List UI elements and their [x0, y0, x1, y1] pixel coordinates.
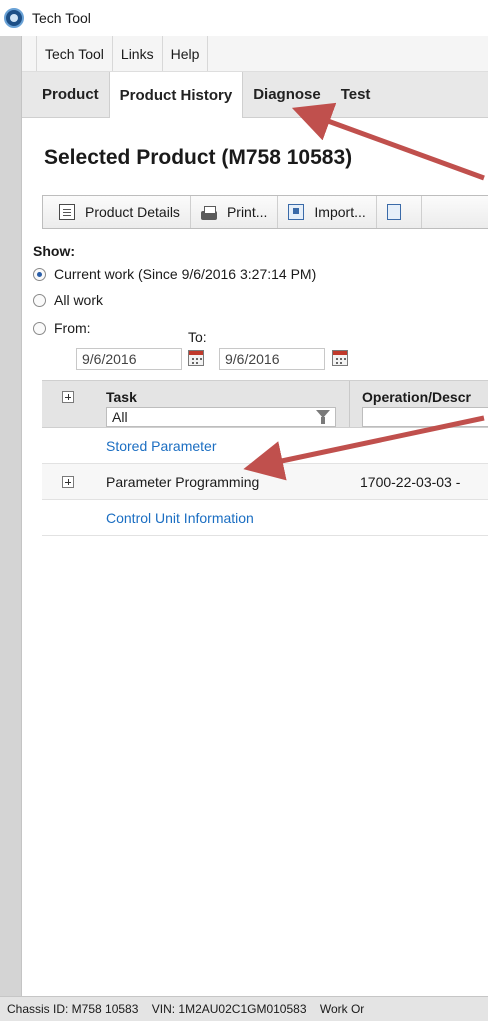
import-icon — [288, 204, 305, 220]
all-work-option[interactable]: All work — [33, 292, 103, 308]
task-link-stored-parameter[interactable]: Stored Parameter — [106, 438, 217, 454]
current-work-option[interactable]: Current work (Since 9/6/2016 3:27:14 PM) — [33, 266, 316, 282]
menu-item-help[interactable]: Help — [163, 36, 209, 71]
task-parameter-programming: Parameter Programming — [106, 474, 260, 490]
document-icon — [59, 204, 75, 220]
tech-tool-app-icon — [4, 8, 24, 28]
status-work-order: Work Or — [319, 1002, 365, 1016]
table-row[interactable]: Stored Parameter — [42, 428, 488, 464]
to-label: To: — [188, 329, 207, 345]
all-work-radio[interactable] — [33, 293, 46, 307]
tab-product[interactable]: Product — [32, 72, 109, 117]
column-header-operation[interactable]: Operation/Descr — [362, 389, 471, 405]
to-calendar-icon[interactable] — [332, 350, 348, 366]
show-label: Show: — [33, 243, 75, 259]
current-work-radio[interactable] — [33, 267, 46, 281]
menu-item-tech-tool[interactable]: Tech Tool — [36, 36, 113, 71]
status-vin: VIN: 1M2AU02C1GM010583 — [151, 1002, 307, 1016]
filter-icon[interactable] — [316, 410, 330, 424]
window-title: Tech Tool — [32, 10, 91, 26]
print-label: Print... — [226, 204, 268, 220]
tab-product-history[interactable]: Product History — [108, 72, 244, 118]
printer-icon — [200, 205, 217, 220]
product-details-label: Product Details — [85, 204, 180, 220]
row-expand-icon[interactable] — [62, 476, 74, 488]
tab-test[interactable]: Test — [331, 72, 381, 117]
operation-filter-input[interactable] — [362, 407, 488, 427]
table-row[interactable]: Parameter Programming 1700-22-03-03 - — [42, 464, 488, 500]
from-calendar-icon[interactable] — [188, 350, 204, 366]
product-history-panel: Selected Product (M758 10583) Product De… — [22, 118, 488, 996]
import-button[interactable]: Import... — [278, 196, 377, 228]
column-divider — [349, 381, 350, 427]
export-icon — [386, 204, 401, 220]
product-details-button[interactable]: Product Details — [49, 196, 191, 228]
from-label: From: — [54, 320, 91, 336]
all-work-label: All work — [54, 292, 104, 308]
window-title-bar: Tech Tool — [0, 0, 488, 36]
column-header-task[interactable]: Task — [106, 389, 137, 405]
grid-header: Task All Operation/Descr — [42, 380, 488, 428]
table-row[interactable]: Control Unit Information — [42, 500, 488, 536]
export-button[interactable] — [377, 196, 422, 228]
page-title: Selected Product (M758 10583) — [44, 146, 353, 169]
main-tab-bar: Product Product History Diagnose Test — [22, 72, 488, 118]
status-chassis-id: Chassis ID: M758 10583 — [7, 1002, 139, 1016]
from-option[interactable]: From: — [33, 320, 91, 336]
tab-diagnose[interactable]: Diagnose — [243, 72, 331, 117]
operation-code: 1700-22-03-03 - — [360, 474, 461, 490]
to-date-field[interactable]: 9/6/2016 — [219, 348, 325, 370]
import-label: Import... — [314, 204, 366, 220]
from-radio[interactable] — [33, 321, 46, 335]
print-button[interactable]: Print... — [191, 196, 279, 228]
task-link-control-unit-information[interactable]: Control Unit Information — [106, 510, 254, 526]
left-window-edge — [0, 36, 22, 996]
expand-all-icon[interactable] — [62, 391, 74, 403]
menu-item-links[interactable]: Links — [113, 36, 163, 71]
from-date-field[interactable]: 9/6/2016 — [76, 348, 182, 370]
status-bar: Chassis ID: M758 10583 VIN: 1M2AU02C1GM0… — [0, 996, 488, 1021]
history-toolbar: Product Details Print... Import... — [42, 195, 488, 229]
task-filter-input[interactable]: All — [106, 407, 336, 427]
menu-bar: Tech Tool Links Help — [22, 36, 488, 72]
current-work-label: Current work (Since 9/6/2016 3:27:14 PM) — [54, 266, 317, 282]
